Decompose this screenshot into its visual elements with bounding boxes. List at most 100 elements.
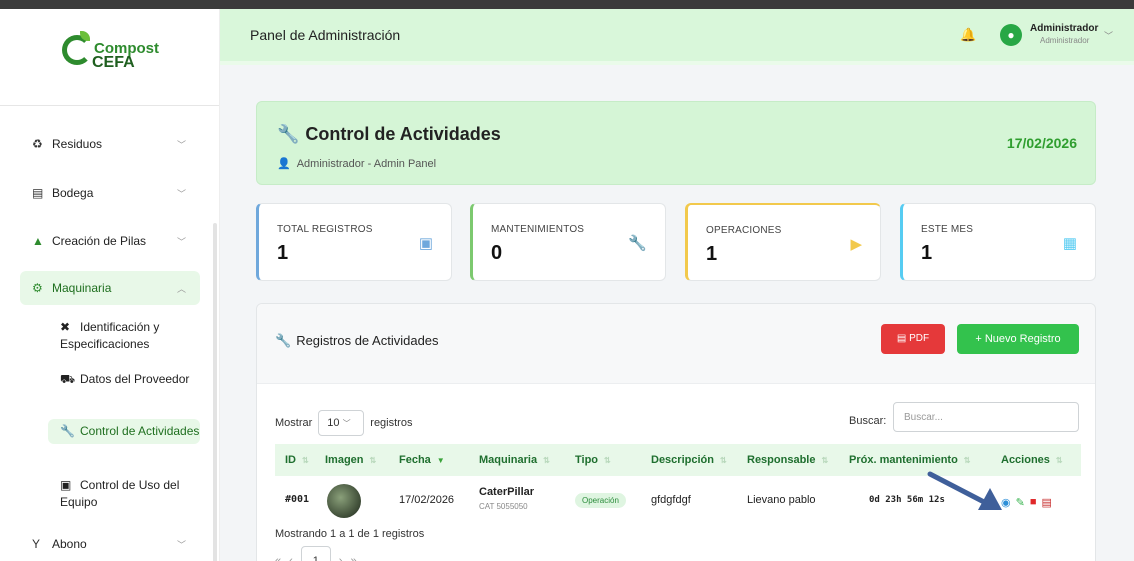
recycle-icon: ♻ bbox=[32, 137, 43, 151]
col-label: Descripción bbox=[651, 454, 714, 466]
file-pdf-icon: ▤ bbox=[896, 333, 910, 344]
sidebar-subitem-uso-equipo[interactable]: ▣ Control de Uso del Equipo bbox=[48, 473, 200, 515]
sort-icon: ⇅ bbox=[369, 456, 377, 465]
sort-icon: ⇅ bbox=[543, 456, 550, 465]
sidebar-item-creacion-pilas[interactable]: ▲ Creación de Pilas ﹀ bbox=[20, 224, 200, 258]
stat-card-este-mes: ESTE MES 1 ▦ bbox=[900, 203, 1096, 281]
hero-subtitle: 👤 Administrador - Admin Panel bbox=[277, 157, 436, 170]
stat-label: MANTENIMIENTOS bbox=[491, 224, 585, 235]
stat-label: ESTE MES bbox=[921, 224, 974, 235]
window-top-bar bbox=[0, 0, 1134, 9]
col-responsable[interactable]: Responsable ⇅ bbox=[747, 454, 828, 466]
sort-icon: ⇅ bbox=[963, 456, 971, 465]
bell-icon[interactable]: 🔔 bbox=[960, 27, 976, 43]
prev-page-icon[interactable]: ‹ bbox=[289, 555, 293, 561]
sort-icon: ⇅ bbox=[719, 456, 727, 465]
sidebar-item-label: Bodega bbox=[52, 186, 94, 200]
pdf-button-label: PDF bbox=[909, 333, 930, 344]
tools-icon: ✖ bbox=[60, 320, 71, 334]
sidebar-item-label: Maquinaria bbox=[52, 281, 112, 295]
hero-title: 🔧 Control de Actividades bbox=[277, 124, 501, 145]
user-cog-icon: 👤 bbox=[277, 158, 291, 170]
col-label: Próx. mantenimiento bbox=[849, 454, 958, 466]
col-imagen[interactable]: Imagen ⇅ bbox=[325, 454, 376, 466]
user-role: Administrador bbox=[1040, 36, 1090, 45]
col-label: Fecha bbox=[399, 454, 431, 466]
calendar-icon: ▦ bbox=[1062, 235, 1077, 252]
wrench-icon: 🔧 bbox=[60, 424, 75, 438]
stat-card-mantenimientos: MANTENIMIENTOS 0 🔧 bbox=[470, 203, 666, 281]
panel-header: 🔧 Registros de Actividades ▤ PDF + Nuevo … bbox=[257, 304, 1095, 384]
panel-title: 🔧 Registros de Actividades bbox=[275, 333, 439, 349]
next-page-icon[interactable]: › bbox=[339, 555, 343, 561]
sidebar-subitem-label: Control de Actividades bbox=[80, 424, 200, 438]
page-number[interactable]: 1 bbox=[300, 546, 331, 561]
col-label: Responsable bbox=[747, 454, 816, 466]
sort-icon: ⇅ bbox=[302, 456, 309, 465]
col-label: Tipo bbox=[575, 454, 599, 466]
first-page-icon[interactable]: « bbox=[275, 555, 281, 561]
last-page-icon[interactable]: » bbox=[350, 555, 356, 561]
chevron-down-icon: ﹀ bbox=[342, 419, 351, 428]
records-label: registros bbox=[370, 417, 413, 429]
stat-label: TOTAL REGISTROS bbox=[277, 224, 373, 235]
sort-icon: ⇅ bbox=[821, 456, 829, 465]
stat-value: 0 bbox=[491, 242, 503, 264]
hero-banner: 🔧 Control de Actividades 👤 Administrador -… bbox=[256, 101, 1096, 185]
search-input[interactable] bbox=[893, 402, 1079, 432]
play-icon: ▶ bbox=[850, 236, 862, 253]
sidebar-subitem-proveedor[interactable]: ⛟ Datos del Proveedor bbox=[48, 367, 200, 392]
stat-value: 1 bbox=[706, 243, 718, 265]
tipo-badge: Operación bbox=[575, 493, 626, 508]
cell-maquinaria: CaterPillar bbox=[479, 486, 535, 498]
sidebar-subitem-control-actividades[interactable]: 🔧 Control de Actividades bbox=[48, 419, 200, 444]
seedling-icon: Y bbox=[32, 537, 41, 551]
col-id[interactable]: ID ⇅ bbox=[285, 454, 309, 466]
sidebar-item-residuos[interactable]: ♻ Residuos ﹀ bbox=[20, 127, 200, 161]
avatar[interactable]: ● bbox=[1000, 24, 1022, 46]
logo-text: CEFA bbox=[92, 54, 135, 71]
col-maquinaria[interactable]: Maquinaria ⇅ bbox=[479, 454, 550, 466]
cell-fecha: 17/02/2026 bbox=[399, 494, 455, 506]
chevron-down-icon: ﹀ bbox=[176, 139, 186, 150]
sidebar-item-maquinaria[interactable]: ⚙ Maquinaria ︿ bbox=[20, 271, 200, 305]
app-logo[interactable]: Compost CEFA bbox=[62, 31, 172, 79]
row-actions: ◉ ✎ ■ ▤ bbox=[1001, 496, 1052, 509]
warehouse-icon: ▤ bbox=[32, 186, 44, 200]
file-pdf-icon[interactable]: ▤ bbox=[1041, 496, 1051, 509]
col-descripcion[interactable]: Descripción ⇅ bbox=[651, 454, 727, 466]
col-tipo[interactable]: Tipo ⇅ bbox=[575, 454, 611, 466]
show-label: Mostrar bbox=[275, 417, 313, 429]
stat-card-operaciones: OPERACIONES 1 ▶ bbox=[685, 203, 881, 281]
user-name[interactable]: Administrador bbox=[1030, 23, 1098, 34]
col-fecha[interactable]: Fecha ▼ bbox=[399, 454, 445, 466]
sidebar-item-label: Abono bbox=[52, 537, 87, 551]
chevron-down-icon[interactable]: ﹀ bbox=[1104, 29, 1113, 42]
pdf-button[interactable]: ▤ PDF bbox=[881, 324, 945, 354]
sidebar-subitem-label: Datos del Proveedor bbox=[80, 372, 190, 386]
stat-label: OPERACIONES bbox=[706, 225, 782, 236]
cell-responsable: Lievano pablo bbox=[747, 494, 816, 506]
stat-card-total: TOTAL REGISTROS 1 ▣ bbox=[256, 203, 452, 281]
new-record-button[interactable]: + Nuevo Registro bbox=[957, 324, 1079, 354]
sidebar-divider bbox=[0, 105, 219, 106]
sidebar-item-abono[interactable]: Y Abono ﹀ bbox=[20, 527, 200, 561]
col-prox-mantenimiento[interactable]: Próx. mantenimiento ⇅ bbox=[849, 454, 971, 466]
col-label: Acciones bbox=[1001, 454, 1050, 466]
machine-thumbnail[interactable] bbox=[327, 484, 361, 518]
sidebar: Compost CEFA ♻ Residuos ﹀ ▤ Bodega ﹀ ▲ C… bbox=[0, 9, 220, 561]
sidebar-scrollbar[interactable] bbox=[213, 223, 217, 561]
wrench-icon: 🔧 bbox=[628, 235, 647, 252]
clipboard-icon: ▣ bbox=[60, 478, 72, 492]
page-size-select[interactable]: 10 ﹀ bbox=[318, 410, 365, 436]
sort-icon: ⇅ bbox=[604, 456, 611, 465]
cell-descripcion: gfdgfdgf bbox=[651, 494, 691, 506]
edit-icon[interactable]: ✎ bbox=[1016, 496, 1025, 509]
sidebar-item-bodega[interactable]: ▤ Bodega ﹀ bbox=[20, 176, 200, 210]
col-acciones[interactable]: Acciones ⇅ bbox=[1001, 454, 1063, 466]
sidebar-subitem-identificacion[interactable]: ✖ Identificación y Especificaciones bbox=[48, 315, 200, 357]
trash-icon[interactable]: ■ bbox=[1030, 496, 1037, 509]
wrench-icon: 🔧 bbox=[277, 124, 300, 144]
chevron-up-icon: ︿ bbox=[176, 283, 186, 294]
clipboard-icon: ▣ bbox=[418, 235, 433, 252]
